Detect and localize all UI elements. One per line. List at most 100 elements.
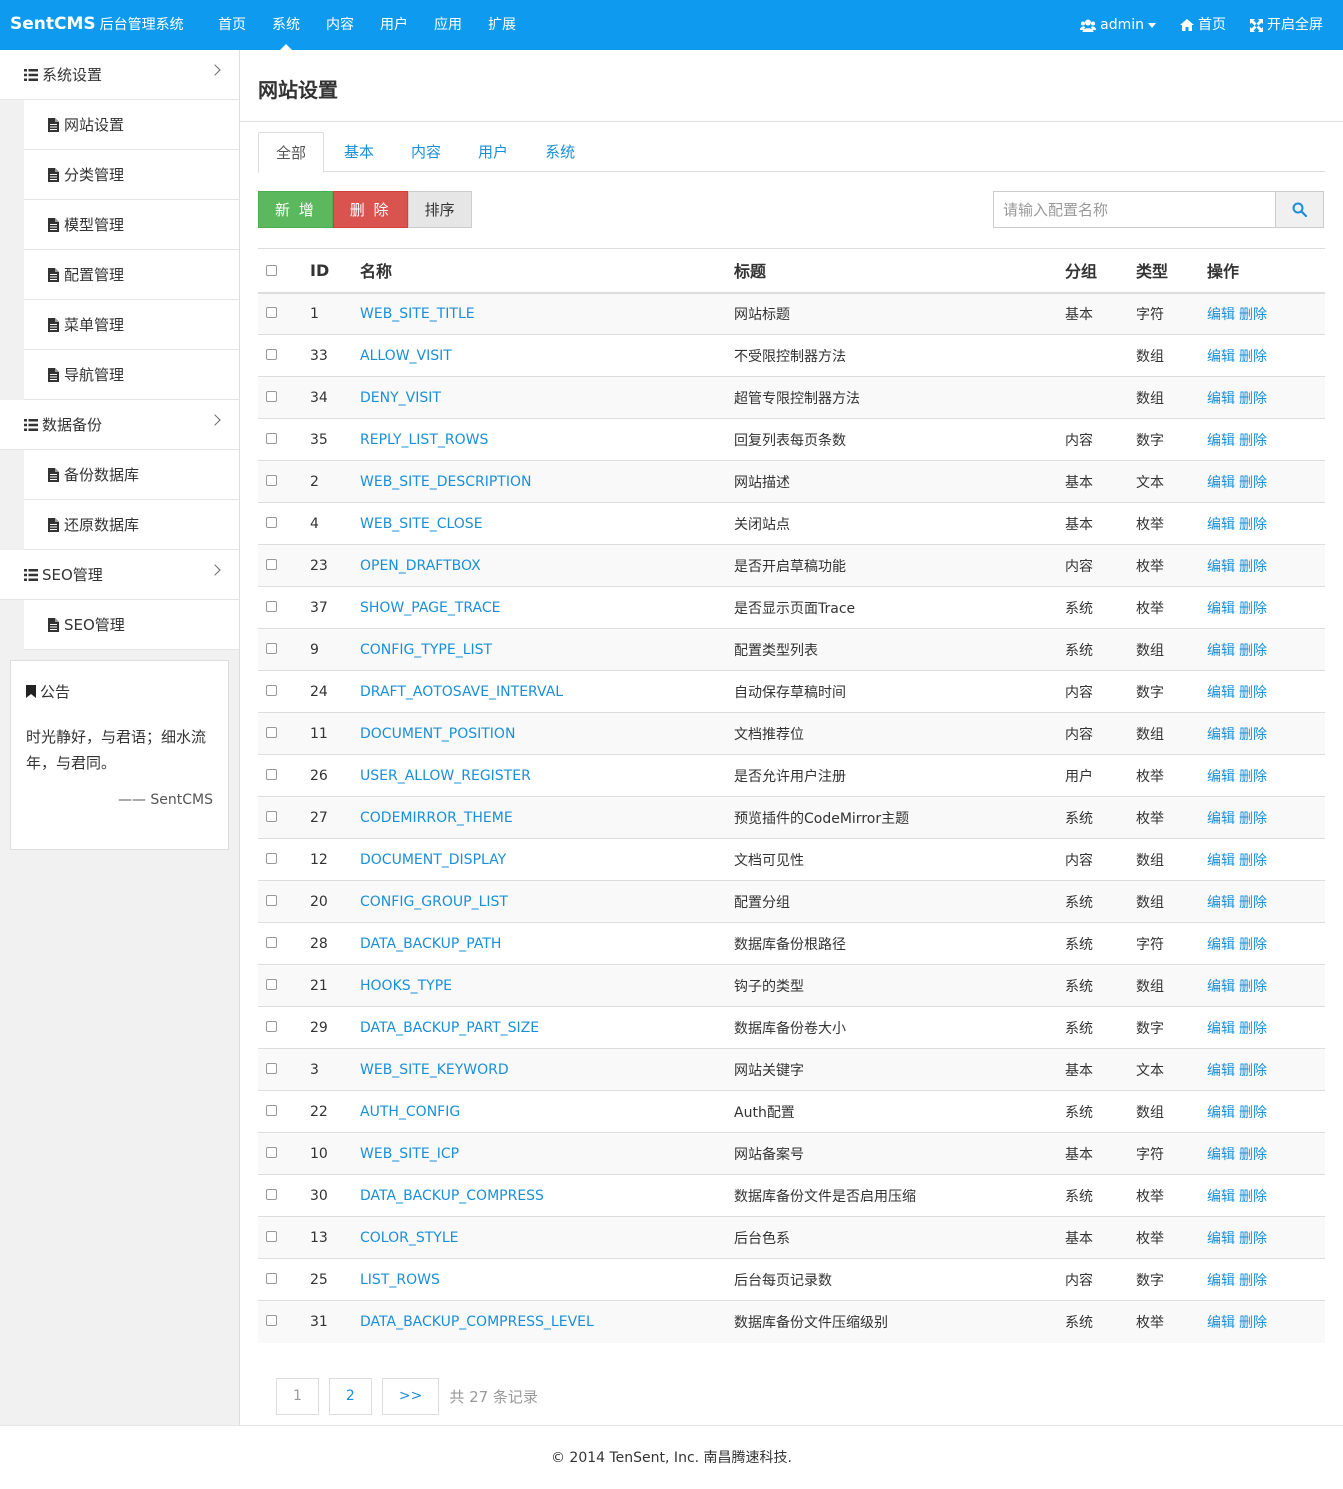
row-edit-link[interactable]: 编辑 (1207, 307, 1235, 323)
sidebar-item-system-settings-4[interactable]: 菜单管理 (24, 300, 239, 350)
row-delete-link[interactable]: 删除 (1239, 307, 1267, 323)
row-name-link[interactable]: DATA_BACKUP_COMPRESS (360, 1188, 544, 1204)
tab-2[interactable]: 内容 (394, 132, 458, 172)
row-edit-link[interactable]: 编辑 (1207, 727, 1235, 743)
tab-1[interactable]: 基本 (327, 132, 391, 172)
search-button[interactable] (1276, 191, 1324, 228)
row-checkbox[interactable] (266, 685, 277, 696)
row-delete-link[interactable]: 删除 (1239, 475, 1267, 491)
row-checkbox[interactable] (266, 1231, 277, 1242)
row-delete-link[interactable]: 删除 (1239, 727, 1267, 743)
row-edit-link[interactable]: 编辑 (1207, 433, 1235, 449)
row-checkbox[interactable] (266, 391, 277, 402)
row-delete-link[interactable]: 删除 (1239, 349, 1267, 365)
row-checkbox[interactable] (266, 895, 277, 906)
row-name-link[interactable]: DOCUMENT_POSITION (360, 726, 515, 742)
row-edit-link[interactable]: 编辑 (1207, 979, 1235, 995)
row-delete-link[interactable]: 删除 (1239, 895, 1267, 911)
row-checkbox[interactable] (266, 937, 277, 948)
row-checkbox[interactable] (266, 769, 277, 780)
fullscreen-button[interactable]: 开启全屏 (1238, 0, 1335, 50)
row-edit-link[interactable]: 编辑 (1207, 1021, 1235, 1037)
home-link[interactable]: 首页 (1168, 0, 1238, 50)
row-name-link[interactable]: WEB_SITE_TITLE (360, 306, 475, 322)
nav-item-0[interactable]: 首页 (205, 0, 259, 50)
row-delete-link[interactable]: 删除 (1239, 601, 1267, 617)
row-name-link[interactable]: CONFIG_TYPE_LIST (360, 642, 492, 658)
row-delete-link[interactable]: 删除 (1239, 517, 1267, 533)
row-name-link[interactable]: HOOKS_TYPE (360, 978, 452, 994)
row-checkbox[interactable] (266, 853, 277, 864)
row-edit-link[interactable]: 编辑 (1207, 391, 1235, 407)
row-delete-link[interactable]: 删除 (1239, 1021, 1267, 1037)
row-name-link[interactable]: CONFIG_GROUP_LIST (360, 894, 508, 910)
row-name-link[interactable]: LIST_ROWS (360, 1272, 440, 1288)
sidebar-group-data-backup[interactable]: 数据备份 (0, 400, 239, 450)
row-checkbox[interactable] (266, 559, 277, 570)
row-name-link[interactable]: DOCUMENT_DISPLAY (360, 852, 506, 868)
tab-4[interactable]: 系统 (528, 132, 592, 172)
row-edit-link[interactable]: 编辑 (1207, 601, 1235, 617)
sidebar-item-system-settings-1[interactable]: 分类管理 (24, 150, 239, 200)
row-delete-link[interactable]: 删除 (1239, 769, 1267, 785)
row-delete-link[interactable]: 删除 (1239, 559, 1267, 575)
page-button-1[interactable]: 2 (328, 1378, 372, 1415)
row-edit-link[interactable]: 编辑 (1207, 1231, 1235, 1247)
row-name-link[interactable]: CODEMIRROR_THEME (360, 810, 513, 826)
row-delete-link[interactable]: 删除 (1239, 811, 1267, 827)
row-edit-link[interactable]: 编辑 (1207, 475, 1235, 491)
row-delete-link[interactable]: 删除 (1239, 937, 1267, 953)
row-name-link[interactable]: DENY_VISIT (360, 390, 441, 406)
row-checkbox[interactable] (266, 307, 277, 319)
row-name-link[interactable]: SHOW_PAGE_TRACE (360, 600, 501, 616)
row-edit-link[interactable]: 编辑 (1207, 853, 1235, 869)
row-delete-link[interactable]: 删除 (1239, 643, 1267, 659)
row-delete-link[interactable]: 删除 (1239, 1315, 1267, 1331)
row-delete-link[interactable]: 删除 (1239, 853, 1267, 869)
row-edit-link[interactable]: 编辑 (1207, 685, 1235, 701)
row-checkbox[interactable] (266, 1021, 277, 1032)
row-checkbox[interactable] (266, 979, 277, 990)
row-name-link[interactable]: DATA_BACKUP_PATH (360, 936, 501, 952)
row-delete-link[interactable]: 删除 (1239, 1063, 1267, 1079)
row-checkbox[interactable] (266, 1189, 277, 1200)
row-delete-link[interactable]: 删除 (1239, 1231, 1267, 1247)
row-edit-link[interactable]: 编辑 (1207, 517, 1235, 533)
row-checkbox[interactable] (266, 1147, 277, 1158)
user-menu[interactable]: admin (1068, 0, 1168, 50)
row-delete-link[interactable]: 删除 (1239, 391, 1267, 407)
sidebar-item-seo-0[interactable]: SEO管理 (24, 600, 239, 650)
row-checkbox[interactable] (266, 727, 277, 738)
sidebar-item-system-settings-5[interactable]: 导航管理 (24, 350, 239, 400)
row-name-link[interactable]: ALLOW_VISIT (360, 348, 452, 364)
row-delete-link[interactable]: 删除 (1239, 1273, 1267, 1289)
row-checkbox[interactable] (266, 349, 277, 360)
row-name-link[interactable]: USER_ALLOW_REGISTER (360, 768, 531, 784)
sidebar-item-data-backup-1[interactable]: 还原数据库 (24, 500, 239, 550)
row-checkbox[interactable] (266, 433, 277, 444)
sidebar-item-system-settings-0[interactable]: 网站设置 (24, 100, 239, 150)
tab-3[interactable]: 用户 (461, 132, 525, 172)
row-edit-link[interactable]: 编辑 (1207, 1147, 1235, 1163)
row-delete-link[interactable]: 删除 (1239, 1105, 1267, 1121)
row-checkbox[interactable] (266, 1105, 277, 1116)
nav-item-4[interactable]: 应用 (421, 0, 475, 50)
row-edit-link[interactable]: 编辑 (1207, 643, 1235, 659)
row-checkbox[interactable] (266, 601, 277, 612)
search-input[interactable] (993, 191, 1276, 228)
sort-button[interactable]: 排序 (407, 191, 472, 228)
sidebar-item-system-settings-2[interactable]: 模型管理 (24, 200, 239, 250)
row-name-link[interactable]: DATA_BACKUP_PART_SIZE (360, 1020, 539, 1036)
row-name-link[interactable]: DATA_BACKUP_COMPRESS_LEVEL (360, 1314, 594, 1330)
row-edit-link[interactable]: 编辑 (1207, 1315, 1235, 1331)
row-name-link[interactable]: REPLY_LIST_ROWS (360, 432, 488, 448)
row-delete-link[interactable]: 删除 (1239, 979, 1267, 995)
row-checkbox[interactable] (266, 1315, 277, 1327)
row-delete-link[interactable]: 删除 (1239, 685, 1267, 701)
nav-item-3[interactable]: 用户 (367, 0, 421, 50)
row-delete-link[interactable]: 删除 (1239, 433, 1267, 449)
row-edit-link[interactable]: 编辑 (1207, 769, 1235, 785)
nav-item-5[interactable]: 扩展 (475, 0, 529, 50)
row-edit-link[interactable]: 编辑 (1207, 895, 1235, 911)
row-checkbox[interactable] (266, 517, 277, 528)
